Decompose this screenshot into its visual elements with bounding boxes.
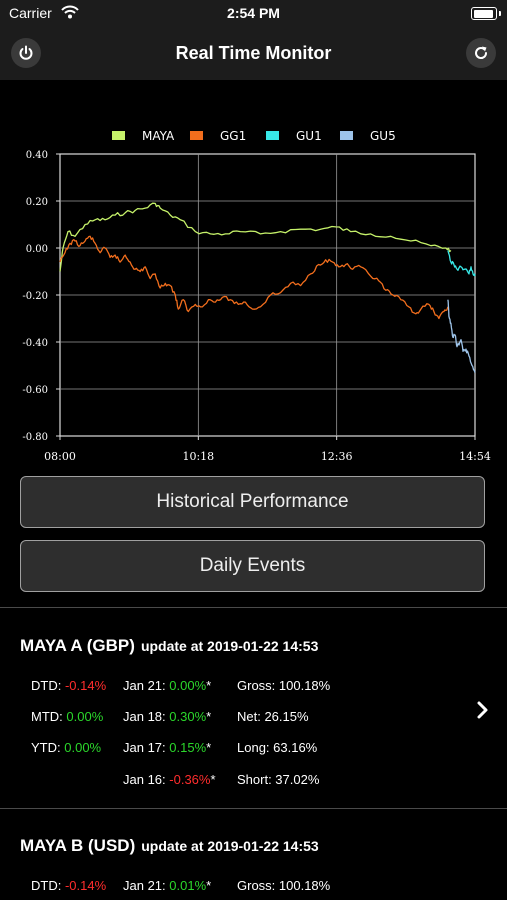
legend-swatch bbox=[340, 131, 353, 140]
daily-events-button[interactable]: Daily Events bbox=[20, 540, 485, 592]
daily-return-row: Jan 16: -0.36%* bbox=[123, 772, 216, 787]
fund-card[interactable]: MAYA B (USD) update at 2019-01-22 14:53 D… bbox=[0, 836, 507, 900]
page-title: Real Time Monitor bbox=[175, 43, 332, 63]
long-exposure: Long: 63.16% bbox=[237, 740, 318, 755]
y-tick-label: -0.20 bbox=[22, 291, 48, 302]
daily-mark: * bbox=[210, 772, 216, 787]
y-tick-label: 0.40 bbox=[26, 150, 48, 161]
daily-date: Jan 21: bbox=[123, 878, 166, 893]
daily-value: 0.01% bbox=[169, 878, 207, 893]
daily-value: 0.15% bbox=[169, 740, 207, 755]
divider bbox=[0, 607, 507, 608]
daily-value: -0.36% bbox=[169, 772, 211, 787]
nav-bar: Real Time Monitor bbox=[0, 26, 507, 80]
daily-mark: * bbox=[206, 709, 212, 724]
dtd-label: DTD: bbox=[31, 678, 62, 693]
status-bar: Carrier 2:54 PM bbox=[0, 0, 507, 26]
battery-icon bbox=[471, 7, 501, 20]
dtd-value: -0.14% bbox=[64, 678, 107, 693]
daily-date: Jan 17: bbox=[123, 740, 166, 755]
daily-date: Jan 21: bbox=[123, 678, 166, 693]
mtd-row: MTD: 0.00% bbox=[31, 709, 103, 724]
x-tick-label: 08:00 bbox=[44, 450, 76, 463]
daily-return-row: Jan 21: 0.00%* bbox=[123, 678, 211, 693]
daily-return-row: Jan 21: 0.01%* bbox=[123, 878, 211, 893]
legend-label: GU5 bbox=[370, 129, 396, 143]
net-exposure: Net: 26.15% bbox=[237, 709, 309, 724]
fund-title: MAYA A (GBP) bbox=[20, 636, 135, 655]
ytd-row: YTD: 0.00% bbox=[31, 740, 101, 755]
dtd-value: -0.14% bbox=[64, 878, 107, 893]
historical-performance-button[interactable]: Historical Performance bbox=[20, 476, 485, 528]
update-time: update at 2019-01-22 14:53 bbox=[141, 838, 319, 854]
ytd-label: YTD: bbox=[31, 740, 61, 755]
y-tick-label: -0.40 bbox=[22, 338, 48, 349]
x-tick-label: 10:18 bbox=[182, 450, 214, 463]
chevron-right-icon[interactable] bbox=[476, 700, 490, 720]
y-tick-label: -0.80 bbox=[22, 432, 48, 443]
gross-exposure: Gross: 100.18% bbox=[237, 678, 331, 693]
y-tick-label: 0.00 bbox=[26, 244, 48, 255]
daily-date: Jan 16: bbox=[123, 772, 166, 787]
daily-mark: * bbox=[206, 678, 212, 693]
x-tick-label: 12:36 bbox=[321, 450, 353, 463]
clock: 2:54 PM bbox=[227, 5, 280, 21]
mtd-value: 0.00% bbox=[66, 709, 104, 724]
short-exposure: Short: 37.02% bbox=[237, 772, 320, 787]
daily-return-row: Jan 17: 0.15%* bbox=[123, 740, 211, 755]
legend-label: MAYA bbox=[142, 129, 175, 143]
daily-mark: * bbox=[206, 878, 212, 893]
legend-swatch bbox=[112, 131, 125, 140]
y-tick-label: -0.60 bbox=[22, 385, 48, 396]
legend-label: GG1 bbox=[220, 129, 246, 143]
dtd-label: DTD: bbox=[31, 878, 62, 893]
legend-swatch bbox=[266, 131, 279, 140]
daily-return-row: Jan 18: 0.30%* bbox=[123, 709, 211, 724]
x-tick-label: 14:54 bbox=[459, 450, 491, 463]
dtd-row: DTD: -0.14% bbox=[31, 678, 106, 693]
y-tick-label: 0.20 bbox=[26, 197, 48, 208]
legend-label: GU1 bbox=[296, 129, 322, 143]
daily-date: Jan 18: bbox=[123, 709, 166, 724]
refresh-button[interactable] bbox=[466, 38, 496, 68]
daily-mark: * bbox=[206, 740, 212, 755]
fund-title: MAYA B (USD) bbox=[20, 836, 136, 855]
daily-value: 0.30% bbox=[169, 709, 207, 724]
performance-chart: 0.40 0.20 0.00 -0.20 -0.40 -0.60 -0.80 08:00 10:… bbox=[22, 129, 491, 463]
divider bbox=[0, 808, 507, 809]
refresh-icon bbox=[475, 46, 488, 59]
daily-value: 0.00% bbox=[169, 678, 207, 693]
gross-exposure: Gross: 100.18% bbox=[237, 878, 331, 893]
dtd-row: DTD: -0.14% bbox=[31, 878, 106, 893]
mtd-label: MTD: bbox=[31, 709, 63, 724]
legend-swatch bbox=[190, 131, 203, 140]
fund-card[interactable]: MAYA A (GBP) update at 2019-01-22 14:53 D… bbox=[0, 636, 507, 787]
ytd-value: 0.00% bbox=[64, 740, 102, 755]
update-time: update at 2019-01-22 14:53 bbox=[140, 638, 319, 654]
